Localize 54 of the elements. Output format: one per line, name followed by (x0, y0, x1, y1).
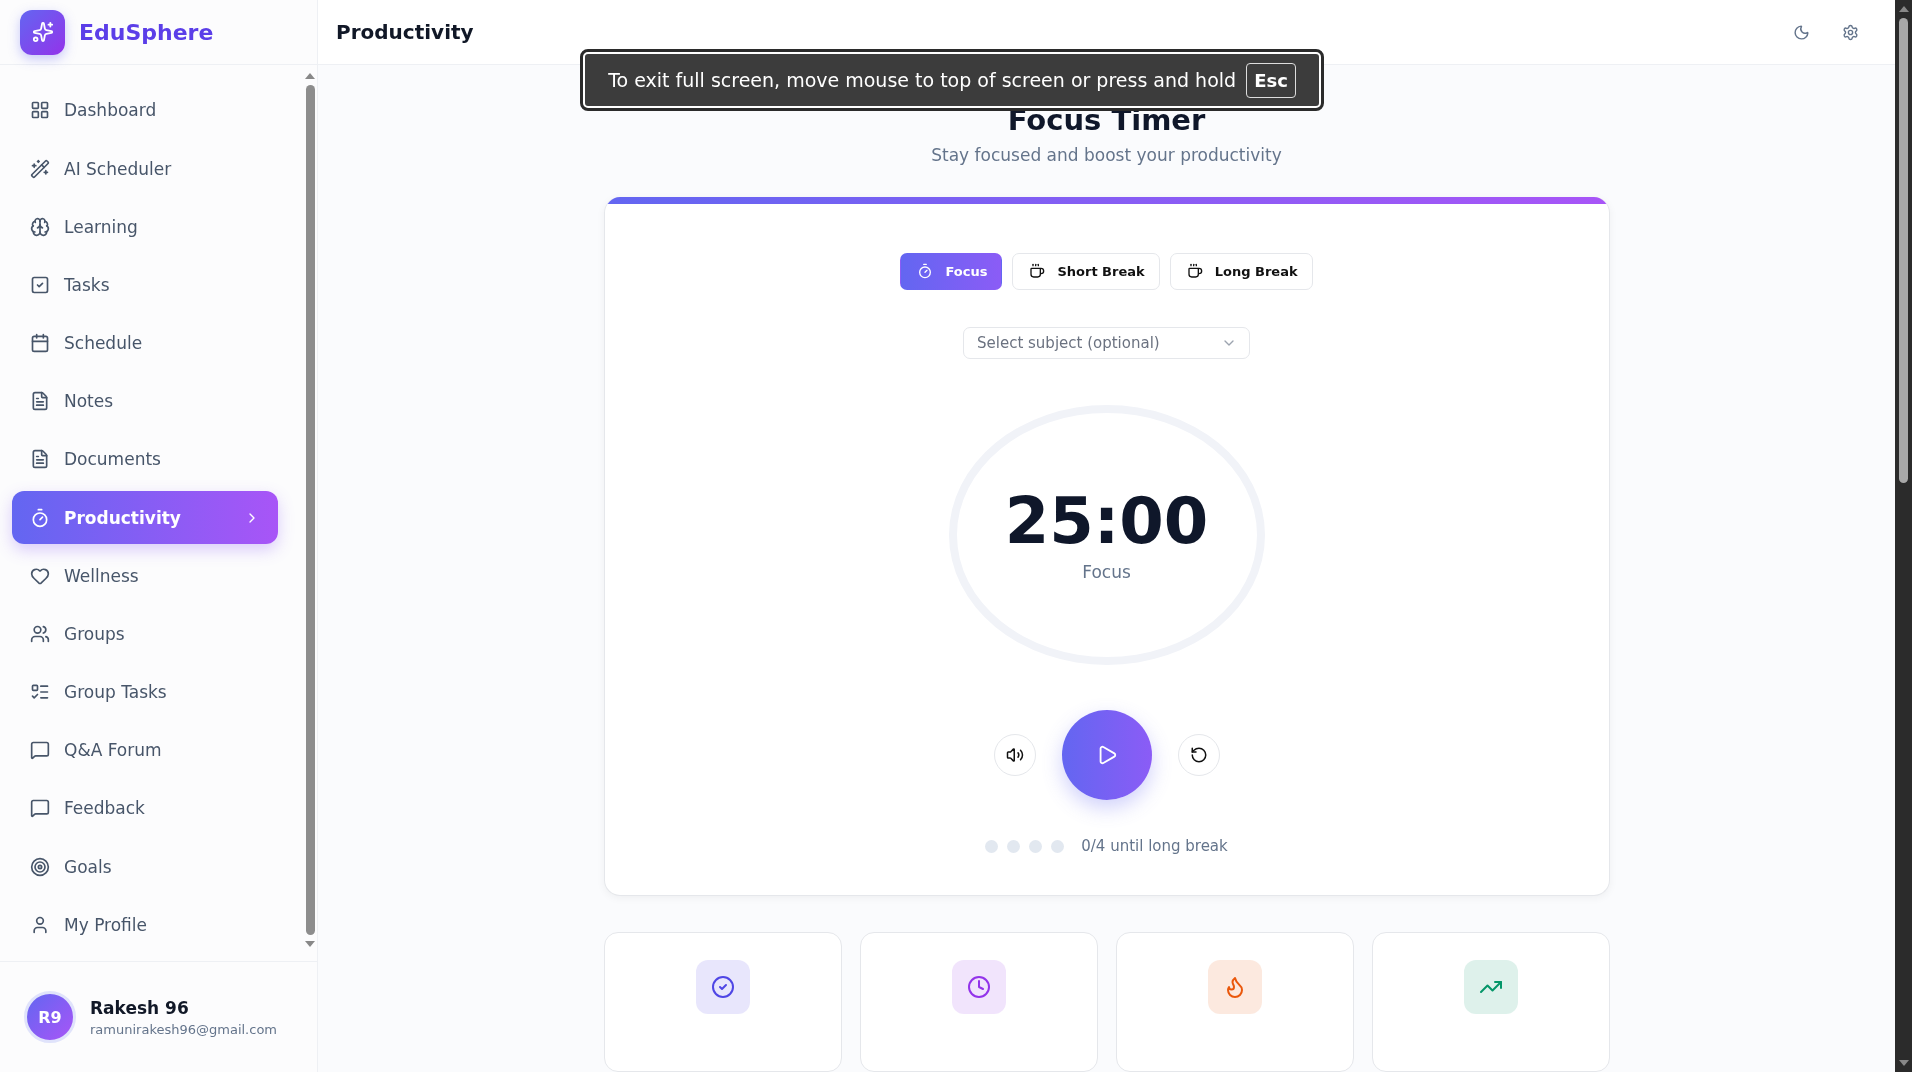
document-icon (30, 449, 50, 470)
timer-mode-label: Focus (1082, 562, 1131, 583)
coffee-cup-icon (1029, 263, 1046, 279)
coffee-cup-icon (1186, 263, 1203, 279)
reset-button[interactable] (1177, 734, 1220, 776)
nav-item[interactable]: Group Tasks (12, 665, 278, 719)
reset-icon (1189, 746, 1208, 764)
sound-button[interactable] (993, 734, 1036, 776)
nav-item[interactable]: AI Scheduler (12, 142, 278, 195)
heart-icon (30, 565, 50, 586)
brain-icon (30, 216, 50, 237)
user-avatar: R9 (24, 991, 76, 1043)
notice-text: To exit full screen, move mouse to top of screen or press and hold (608, 69, 1237, 91)
mode-tab[interactable]: Long Break (1169, 252, 1313, 290)
wand-icon (30, 158, 50, 179)
document-icon (30, 391, 50, 412)
timer-time: 25:00 (1004, 484, 1209, 559)
nav-item[interactable]: Groups (12, 607, 278, 661)
nav-item[interactable]: Q&A Forum (12, 723, 278, 777)
play-button[interactable] (1061, 710, 1152, 800)
users-icon (30, 623, 50, 644)
timer-subtitle: Stay focused and boost your productivity (931, 145, 1282, 165)
nav-item[interactable]: Schedule (12, 316, 278, 370)
nav-item[interactable]: Feedback (12, 782, 278, 835)
chat-bubble-icon (30, 740, 50, 761)
mode-tab[interactable]: Focus (900, 252, 1003, 290)
nav-item[interactable]: Wellness (12, 549, 278, 603)
checkbox-icon (30, 274, 50, 295)
target-icon (30, 856, 50, 877)
page-title: Productivity (336, 20, 475, 44)
user-email: ramunirakesh96@gmail.com (90, 1021, 277, 1037)
stopwatch-icon (30, 507, 50, 528)
grid-icon (30, 100, 50, 121)
browser-scrollbar[interactable] (1895, 0, 1912, 1072)
key-label: Esc (1246, 62, 1296, 98)
subject-select[interactable]: Select subject (optional) (963, 326, 1250, 360)
nav-item[interactable]: Productivity (12, 491, 278, 544)
chat-bubble-icon (30, 798, 50, 819)
sessions-label: 0/4 until long break (1081, 837, 1228, 855)
calendar-icon (30, 333, 50, 353)
user-icon (30, 914, 50, 935)
nav-item[interactable]: Notes (12, 374, 278, 428)
nav-item[interactable]: Goals (12, 840, 278, 893)
nav-item[interactable]: Learning (12, 200, 278, 253)
nav-item[interactable]: Tasks (12, 258, 278, 312)
nav-item[interactable]: Dashboard (12, 84, 278, 137)
speaker-icon (1005, 746, 1024, 764)
sparkle-logo-icon (20, 9, 65, 55)
user-name: Rakesh 96 (90, 997, 190, 1018)
nav-item[interactable]: Documents (12, 433, 278, 486)
mode-tab[interactable]: Short Break (1012, 252, 1160, 290)
brand-name: EduSphere (79, 19, 214, 45)
stopwatch-icon (917, 263, 934, 279)
nav-item[interactable]: My Profile (12, 898, 278, 952)
